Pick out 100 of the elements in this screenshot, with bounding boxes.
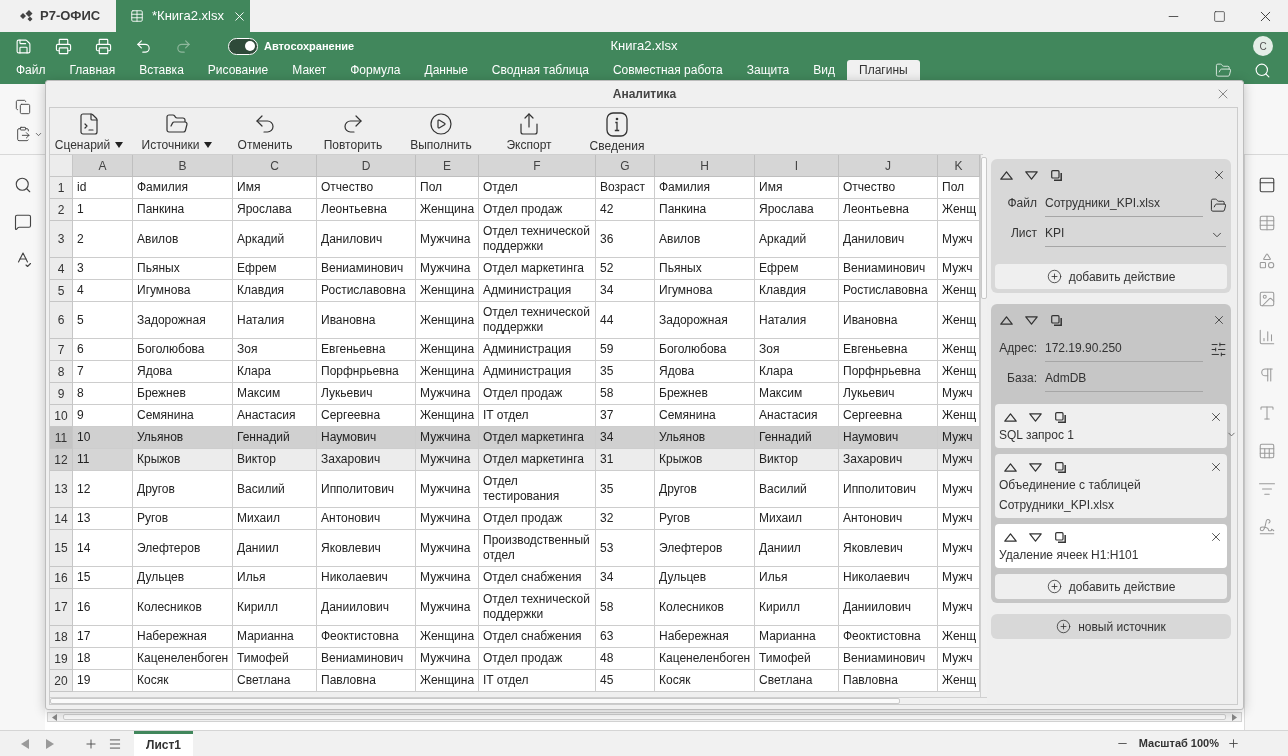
copy-icon[interactable] bbox=[15, 99, 31, 115]
table-icon[interactable] bbox=[1257, 214, 1276, 232]
paste-icon[interactable] bbox=[15, 126, 31, 142]
autosave-toggle[interactable] bbox=[228, 37, 258, 55]
plus-icon[interactable] bbox=[84, 736, 98, 751]
add-action-button[interactable]: добавить действие bbox=[995, 574, 1227, 599]
folder-open-icon[interactable] bbox=[1210, 197, 1227, 214]
printer-icon[interactable] bbox=[94, 37, 112, 55]
menu-tab[interactable]: Сводная таблица bbox=[479, 60, 601, 80]
info-button[interactable]: Сведения bbox=[578, 112, 656, 154]
zoom-in-icon[interactable] bbox=[1227, 737, 1240, 750]
signature-icon[interactable] bbox=[1257, 518, 1276, 536]
menu-tab[interactable]: Файл bbox=[4, 60, 58, 80]
undo-button[interactable]: Отменить bbox=[226, 112, 304, 154]
menu-tab[interactable]: Защита bbox=[734, 60, 802, 80]
duplicate-icon[interactable] bbox=[1051, 314, 1062, 326]
horizontal-scrollbar[interactable] bbox=[47, 712, 1242, 722]
move-down-icon[interactable] bbox=[1029, 462, 1042, 472]
menu-tab[interactable]: Рисование bbox=[195, 60, 281, 80]
spreadsheet-icon[interactable] bbox=[1257, 442, 1276, 460]
scrollbar-thumb[interactable] bbox=[63, 714, 1226, 720]
comment-icon[interactable] bbox=[13, 213, 32, 231]
horizontal-scrollbar[interactable] bbox=[50, 697, 987, 704]
scrollbar-thumb[interactable] bbox=[981, 157, 987, 299]
menu-tab[interactable]: Вставка bbox=[127, 60, 196, 80]
search-icon[interactable] bbox=[1254, 61, 1271, 79]
move-down-icon[interactable] bbox=[1029, 532, 1042, 542]
move-up-icon[interactable] bbox=[1004, 412, 1017, 422]
menu-icon[interactable] bbox=[108, 736, 122, 751]
close-icon[interactable] bbox=[1209, 460, 1223, 474]
menu-tab[interactable]: Данные bbox=[412, 60, 480, 80]
sources-button[interactable]: Источники bbox=[138, 112, 216, 154]
table-cell: Василий bbox=[233, 471, 317, 508]
menu-tab[interactable]: Плагины bbox=[847, 60, 920, 80]
run-button[interactable]: Выполнить bbox=[402, 112, 480, 154]
caret-left-icon[interactable] bbox=[52, 713, 57, 721]
menu-tab[interactable]: Вид bbox=[801, 60, 847, 80]
table-cell: 58 bbox=[596, 589, 655, 626]
move-up-icon[interactable] bbox=[1000, 170, 1013, 180]
add-action-button[interactable]: добавить действие bbox=[995, 264, 1227, 289]
table-cell: Отдел маркетинга bbox=[479, 258, 596, 280]
search-icon[interactable] bbox=[13, 176, 32, 194]
table-cell: 4 bbox=[73, 280, 133, 302]
close-icon[interactable] bbox=[1209, 530, 1223, 544]
move-down-icon[interactable] bbox=[1029, 412, 1042, 422]
close-icon[interactable] bbox=[1212, 313, 1226, 327]
address-field[interactable]: 172.19.90.250 bbox=[1045, 340, 1203, 362]
action-card[interactable]: SQL запрос 1 bbox=[995, 404, 1227, 448]
folder-icon[interactable] bbox=[1215, 61, 1232, 79]
table-cell: Мужчина bbox=[416, 530, 479, 567]
panel-icon[interactable] bbox=[1257, 176, 1276, 194]
image-icon[interactable] bbox=[1257, 290, 1276, 308]
new-source-button[interactable]: новый источник bbox=[991, 614, 1231, 639]
action-card[interactable]: Удаление ячеек H1:H101 bbox=[995, 524, 1227, 568]
scrollbar-thumb[interactable] bbox=[50, 698, 900, 704]
caret-left-icon[interactable] bbox=[21, 738, 29, 749]
vertical-scrollbar[interactable] bbox=[980, 155, 987, 697]
menu-tab[interactable]: Совместная работа bbox=[600, 60, 735, 80]
duplicate-icon[interactable] bbox=[1055, 411, 1066, 423]
move-up-icon[interactable] bbox=[1004, 462, 1017, 472]
user-avatar[interactable]: С bbox=[1253, 36, 1273, 56]
table-cell: Ульянов bbox=[133, 427, 233, 449]
close-icon[interactable] bbox=[1209, 410, 1223, 424]
undo-icon[interactable] bbox=[134, 37, 152, 55]
file-field[interactable]: Сотрудники_KPI.xlsx bbox=[1045, 195, 1203, 217]
row-header: 9 bbox=[50, 383, 73, 405]
save-icon[interactable] bbox=[14, 37, 32, 55]
caret-right-icon[interactable] bbox=[46, 738, 54, 749]
shapes-icon[interactable] bbox=[1257, 252, 1276, 270]
bar-chart-icon[interactable] bbox=[1257, 328, 1276, 346]
table-cell: Администрация bbox=[479, 280, 596, 302]
duplicate-icon[interactable] bbox=[1055, 531, 1066, 543]
document-tab[interactable]: *Книга2.xlsx bbox=[116, 0, 250, 32]
menu-tab[interactable]: Главная bbox=[57, 60, 128, 80]
sheet-tab[interactable]: Лист1 bbox=[134, 731, 194, 756]
action-card[interactable]: Объединение с таблицей Сотрудники_KPI.xlsx bbox=[995, 454, 1227, 518]
table-cell: Каценеленбоген bbox=[655, 648, 755, 670]
maximize-icon[interactable] bbox=[1212, 9, 1226, 23]
table-cell: 52 bbox=[596, 258, 655, 280]
move-down-icon[interactable] bbox=[1025, 170, 1038, 180]
menu-tab[interactable]: Формула bbox=[338, 60, 413, 80]
printer-icon[interactable] bbox=[54, 37, 72, 55]
move-down-icon[interactable] bbox=[1025, 315, 1038, 325]
export-button[interactable]: Экспорт bbox=[490, 112, 568, 154]
scenario-button[interactable]: Сценарий bbox=[50, 112, 128, 154]
menu-tab[interactable]: Макет bbox=[280, 60, 339, 80]
sliders-icon[interactable] bbox=[1210, 341, 1227, 358]
duplicate-icon[interactable] bbox=[1051, 169, 1062, 181]
caret-right-icon[interactable] bbox=[1232, 713, 1237, 721]
move-up-icon[interactable] bbox=[1004, 532, 1017, 542]
redo-button[interactable]: Повторить bbox=[314, 112, 392, 154]
duplicate-icon[interactable] bbox=[1055, 461, 1066, 473]
source-card[interactable]: Адрес: 172.19.90.250 База: AdmDB SQL запрос 1 Объединение с таблицей Сотрудники_KPI.xlsx Удаление ячеек H1:H101 добавить действие bbox=[991, 304, 1231, 603]
sheet-dropdown[interactable]: KPI bbox=[1045, 225, 1226, 247]
source-card[interactable]: Файл Сотрудники_KPI.xlsx Лист KPI добавить действие bbox=[991, 159, 1231, 293]
close-icon[interactable] bbox=[1212, 168, 1226, 182]
database-field[interactable]: AdmDB bbox=[1045, 370, 1203, 392]
table-cell: Павловна bbox=[839, 670, 938, 692]
move-up-icon[interactable] bbox=[1000, 315, 1013, 325]
table-cell: 8 bbox=[73, 383, 133, 405]
